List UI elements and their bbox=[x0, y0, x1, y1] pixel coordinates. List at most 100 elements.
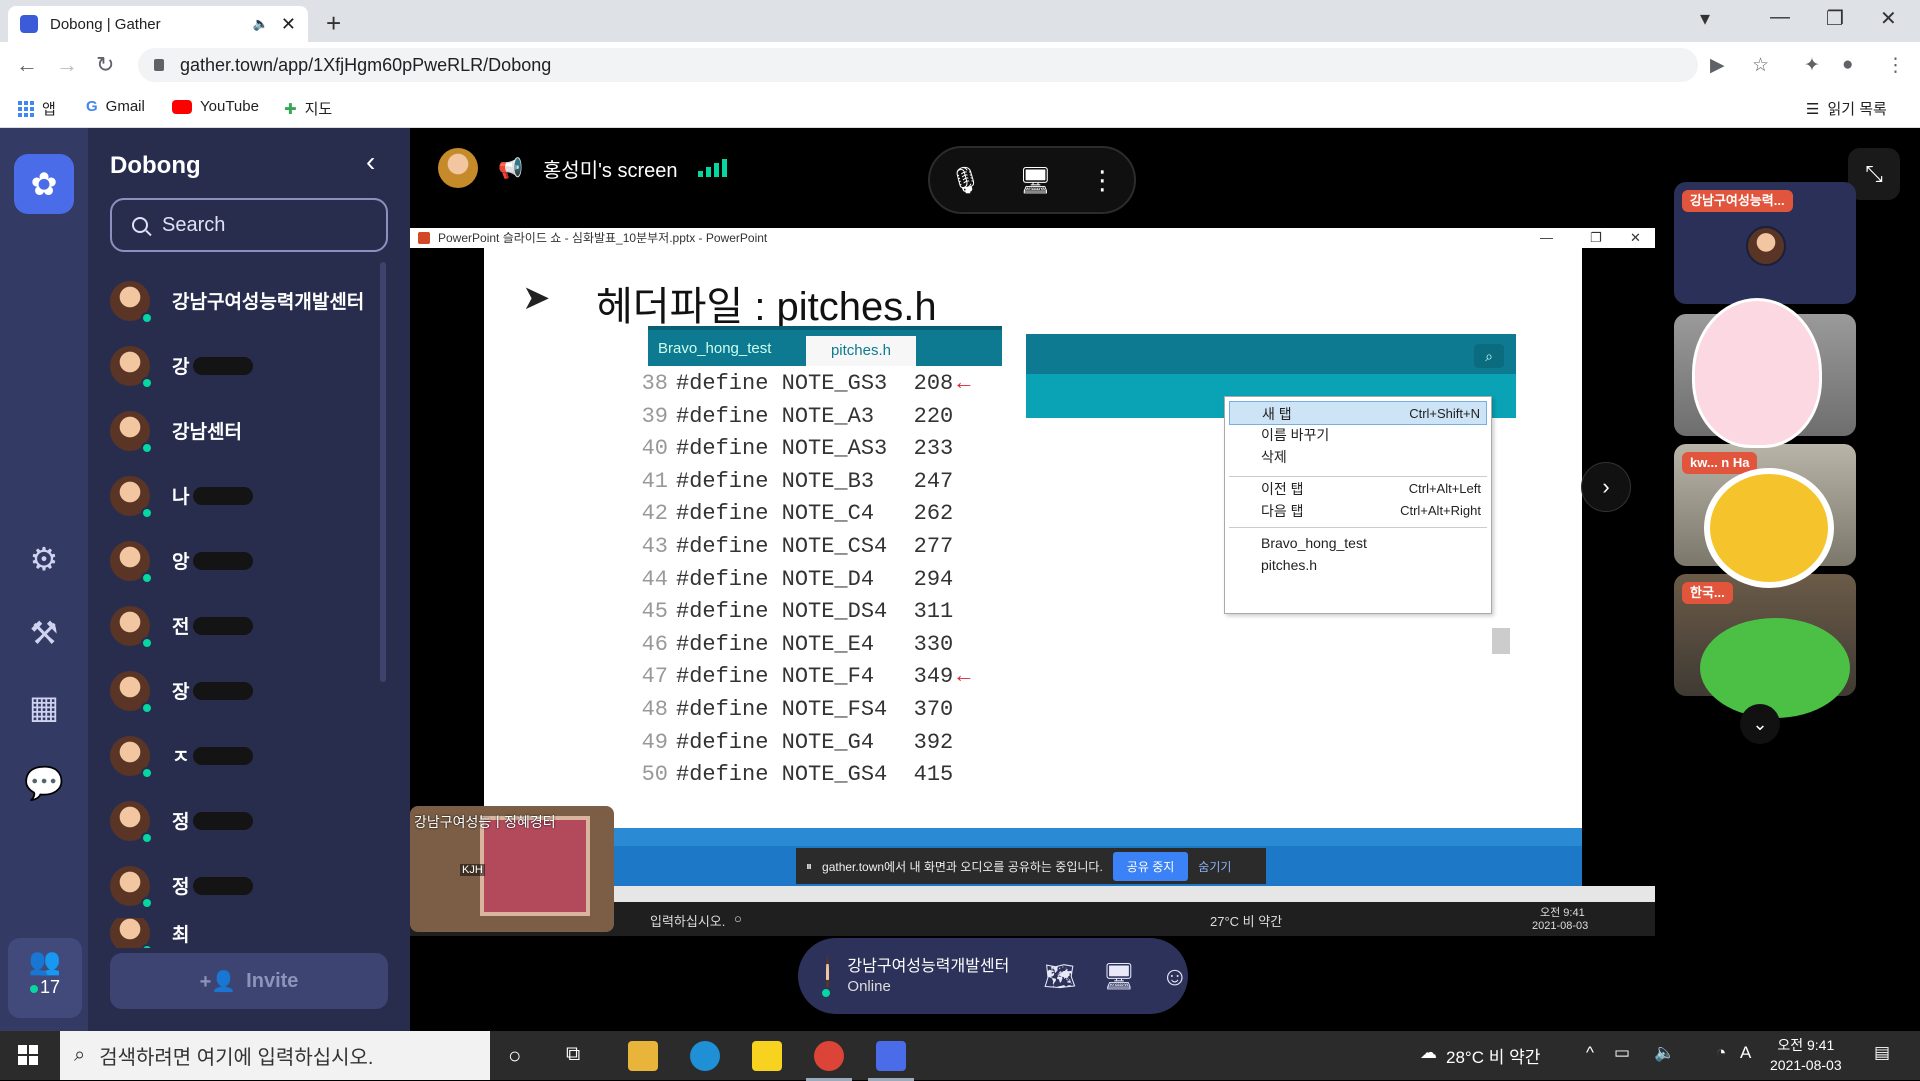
bookmark-gmail[interactable]: G Gmail bbox=[86, 98, 145, 115]
tab-pitches[interactable]: pitches.h bbox=[806, 336, 916, 366]
back-button[interactable]: ← bbox=[16, 52, 38, 78]
gather-app-icon[interactable] bbox=[868, 1041, 914, 1081]
notifications-icon[interactable]: ▤ bbox=[1874, 1043, 1890, 1063]
bookmark-star-icon[interactable]: ☆ bbox=[1752, 54, 1769, 77]
profile-avatar[interactable]: ● bbox=[1842, 54, 1853, 76]
menu-item-delete[interactable]: 삭제 bbox=[1229, 445, 1487, 469]
list-item[interactable]: 강남구여성능력개발센터 bbox=[110, 268, 390, 333]
close-window-button[interactable]: ✕ bbox=[1880, 6, 1897, 31]
emoji-icon[interactable]: ☺ bbox=[1161, 961, 1188, 992]
slide-footer-band bbox=[484, 828, 1582, 846]
tab-context-menu: 새 탭 Ctrl+Shift+N 이름 바꾸기 삭제 이전 탭 Ctrl+Alt+L… bbox=[1224, 396, 1492, 614]
list-item[interactable]: 앙 bbox=[110, 528, 390, 593]
chat-icon[interactable]: 💬 bbox=[0, 764, 88, 802]
settings-gear-icon[interactable]: ⚙ bbox=[0, 540, 88, 578]
code-block: 38 #define NOTE_GS3 208 ← 39 #define NOTE_A… bbox=[634, 368, 971, 792]
menu-item-rename[interactable]: 이름 바꾸기 bbox=[1229, 423, 1487, 447]
bookmark-apps[interactable]: 앱 bbox=[18, 98, 56, 119]
menu-item-next-tab[interactable]: 다음 탭 Ctrl+Alt+Right bbox=[1229, 499, 1487, 523]
ppt-close[interactable]: ✕ bbox=[1630, 228, 1641, 248]
battery-icon[interactable]: ▭ bbox=[1614, 1043, 1630, 1063]
lock-icon bbox=[154, 59, 164, 71]
screen-share-icon[interactable]: 🖥 bbox=[1019, 165, 1052, 196]
list-scrollbar[interactable] bbox=[380, 262, 386, 682]
sticky-notes-icon[interactable] bbox=[752, 1041, 782, 1071]
avatar bbox=[110, 605, 153, 649]
serial-monitor-icon[interactable]: ⌕ bbox=[1474, 344, 1504, 368]
new-tab-button[interactable]: + bbox=[326, 8, 341, 39]
forward-button[interactable]: → bbox=[56, 52, 78, 78]
network-icon[interactable]: ◔ bbox=[1716, 1043, 1726, 1063]
calendar-icon[interactable]: ▦ bbox=[0, 688, 88, 726]
weather-text[interactable]: 28°C 비 약간 bbox=[1446, 1043, 1540, 1068]
invite-button[interactable]: +👤 Invite bbox=[110, 953, 388, 1009]
list-item[interactable]: 나 bbox=[110, 463, 390, 528]
list-item[interactable]: ㅈ bbox=[110, 723, 390, 788]
search-input[interactable]: Search bbox=[110, 198, 388, 252]
bookmark-maps[interactable]: ✚ 지도 bbox=[284, 98, 332, 119]
task-view-icon[interactable]: ⧉ bbox=[566, 1043, 580, 1066]
browser-tab[interactable]: Dobong | Gather 🔈 ✕ bbox=[8, 6, 308, 42]
tab-bravo[interactable]: Bravo_hong_test bbox=[658, 340, 771, 357]
user-name: 강남구여성능력개발센터 bbox=[172, 292, 365, 313]
menu-kebab-icon[interactable]: ⋮ bbox=[1886, 54, 1905, 77]
list-item[interactable]: 정 bbox=[110, 853, 390, 918]
ppt-minimize[interactable]: — bbox=[1540, 228, 1553, 248]
list-item[interactable]: 장 bbox=[110, 658, 390, 723]
close-tab-icon[interactable]: ✕ bbox=[281, 14, 296, 35]
next-screen-chevron-icon[interactable]: › bbox=[1581, 462, 1631, 512]
reading-list[interactable]: ☰ 읽기 목록 bbox=[1806, 98, 1887, 119]
chrome-icon[interactable] bbox=[806, 1041, 852, 1081]
participants-button[interactable]: 👥 17 bbox=[8, 938, 82, 1018]
tray-chevron-icon[interactable]: ^ bbox=[1586, 1043, 1594, 1063]
address-bar[interactable]: gather.town/app/1XfjHgm60pPweRLR/Dobong bbox=[138, 48, 1698, 82]
camera-icon[interactable]: ▶ bbox=[1710, 54, 1725, 77]
taskbar-search-input[interactable]: ⌕ 검색하려면 여기에 입력하십시오. bbox=[60, 1031, 490, 1080]
microphone-icon[interactable]: 🎙 bbox=[949, 165, 982, 196]
list-item[interactable]: 최 bbox=[110, 918, 390, 948]
map-icon[interactable]: 🗺 bbox=[1043, 961, 1076, 992]
ide-scroll-thumb[interactable] bbox=[1492, 628, 1510, 654]
list-item[interactable]: 강남센터 bbox=[110, 398, 390, 463]
windows-start-icon[interactable] bbox=[18, 1045, 38, 1065]
menu-item-new-tab[interactable]: 새 탭 Ctrl+Shift+N bbox=[1229, 401, 1487, 425]
ime-indicator[interactable]: A bbox=[1740, 1043, 1751, 1063]
media-controls: 🎙 🖥 ⋮ bbox=[928, 146, 1136, 214]
bookmark-youtube[interactable]: YouTube bbox=[172, 98, 259, 115]
build-hammer-icon[interactable]: ⚒ bbox=[0, 614, 88, 652]
menu-item-prev-tab[interactable]: 이전 탭 Ctrl+Alt+Left bbox=[1229, 477, 1487, 501]
scroll-down-chevron-icon[interactable]: ⌄ bbox=[1740, 704, 1780, 744]
minimize-window-button[interactable]: — bbox=[1770, 6, 1790, 29]
video-tile[interactable]: 강남구여성능력... bbox=[1674, 182, 1856, 304]
file-explorer-icon[interactable] bbox=[628, 1041, 658, 1071]
collapse-chevron-icon[interactable]: ‹ bbox=[366, 146, 375, 178]
menu-item-pitches[interactable]: pitches.h bbox=[1229, 553, 1487, 577]
clock[interactable]: 오전 9:41 2021-08-03 bbox=[1770, 1035, 1842, 1075]
extensions-icon[interactable]: ✦ bbox=[1804, 54, 1820, 77]
list-item[interactable]: 강 bbox=[110, 333, 390, 398]
menu-item-bravo[interactable]: Bravo_hong_test bbox=[1229, 531, 1487, 555]
speaker-icon[interactable]: 🔈 bbox=[253, 16, 269, 32]
list-item[interactable]: 정 bbox=[110, 788, 390, 853]
shared-weather: 27°C 비 약간 bbox=[1210, 914, 1283, 929]
cortana-icon[interactable]: ○ bbox=[508, 1043, 521, 1069]
user-name: 나 bbox=[172, 487, 190, 508]
tab-search-icon[interactable]: ▾ bbox=[1700, 6, 1710, 31]
minimap[interactable]: 강남구여성능ㅣ정혜경터 KJH bbox=[410, 806, 614, 932]
avatar[interactable] bbox=[820, 956, 833, 999]
list-item[interactable]: 전 bbox=[110, 593, 390, 658]
reload-button[interactable]: ↻ bbox=[96, 52, 114, 78]
ppt-restore[interactable]: ❐ bbox=[1590, 228, 1602, 248]
hide-button[interactable]: 숨기기 bbox=[1198, 858, 1231, 875]
edge-icon[interactable] bbox=[690, 1041, 720, 1071]
maximize-window-button[interactable]: ❐ bbox=[1826, 6, 1844, 31]
more-options-icon[interactable]: ⋮ bbox=[1089, 165, 1115, 196]
screen-share-icon[interactable]: 🖥 bbox=[1102, 961, 1135, 992]
stop-sharing-button[interactable]: 공유 중지 bbox=[1112, 851, 1189, 881]
clock-time: 오전 9:41 bbox=[1777, 1037, 1835, 1053]
volume-icon[interactable]: 🔈 bbox=[1654, 1043, 1675, 1063]
redaction bbox=[193, 876, 254, 895]
gather-logo-icon[interactable]: ✿ bbox=[14, 154, 74, 214]
code-line: 39 #define NOTE_A3 220 bbox=[641, 403, 954, 429]
slide: ➤ 헤더파일 : pitches.h Bravo_hong_test pitch… bbox=[484, 248, 1582, 846]
